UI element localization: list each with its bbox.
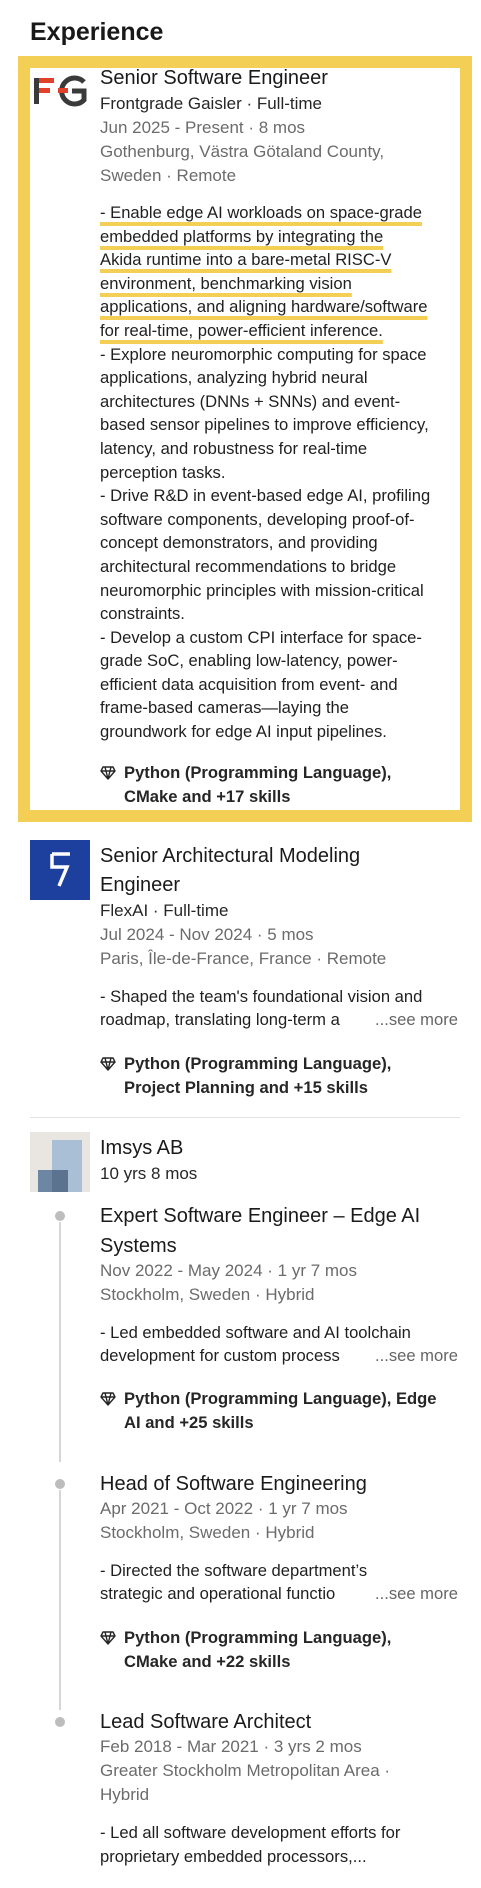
- desc-line: roadmap, translating long-term a: [100, 1010, 340, 1029]
- desc-line: - Directed the software department’s: [100, 1561, 368, 1580]
- skills-summary[interactable]: Python (Programming Language), Project P…: [100, 1052, 460, 1099]
- skills-summary[interactable]: Python (Programming Language), Edge AI a…: [100, 1387, 460, 1434]
- desc-line: architectures (DNNs + SNNs) and event-: [100, 391, 401, 411]
- desc-line: groundwork for edge AI input pipelines.: [100, 722, 387, 742]
- skills-summary[interactable]: Python (Programming Language), CMake and…: [100, 1626, 460, 1673]
- timeline-dot: [55, 1717, 65, 1727]
- job-location: Sweden · Remote: [100, 166, 237, 185]
- desc-line: frame-based cameras—laying the: [100, 698, 350, 718]
- desc-line: concept demonstrators, and providing: [100, 533, 378, 553]
- desc-line: development for custom process: [100, 1346, 340, 1365]
- frontgrade-logo[interactable]: [34, 74, 88, 110]
- desc-line: applications, and aligning hardware/soft…: [100, 297, 428, 317]
- skills-line: Python (Programming Language), Edge: [124, 1389, 437, 1408]
- job-description: - Shaped the team's foundational vision …: [100, 985, 462, 1009]
- desc-truncated-row: strategic and operational functio ...see…: [100, 1582, 462, 1606]
- see-more-link[interactable]: ...see more: [370, 1582, 458, 1606]
- desc-line: - Develop a custom CPI interface for spa…: [100, 627, 422, 647]
- divider: [30, 1117, 460, 1118]
- skills-gem-icon: [100, 1631, 116, 1645]
- desc-line: - Explore neuromorphic computing for spa…: [100, 344, 427, 364]
- desc-line: for real-time, power-efficient inference…: [100, 320, 383, 340]
- desc-line: constraints.: [100, 604, 185, 624]
- job-description: - Enable edge AI workloads on space-grad…: [100, 201, 462, 744]
- job-company: FlexAI · Full-time: [100, 901, 229, 920]
- role-dates: Feb 2018 - Mar 2021 · 3 yrs 2 mos: [100, 1737, 362, 1756]
- desc-line: architectural recommendations to bridge: [100, 556, 397, 576]
- skills-gem-icon: [100, 1392, 116, 1406]
- timeline-line: [59, 1490, 61, 1710]
- desc-line: - Drive R&D in event-based edge AI, prof…: [100, 486, 431, 506]
- desc-line: neuromorphic principles with mission-cri…: [100, 580, 424, 600]
- job-title[interactable]: Senior Software Engineer: [100, 63, 328, 93]
- role-title[interactable]: Head of Software Engineering: [100, 1469, 367, 1499]
- skills-gem-icon: [100, 766, 116, 780]
- job-dates: Jun 2025 - Present · 8 mos: [100, 118, 306, 137]
- skills-line: Project Planning and +15 skills: [124, 1077, 368, 1097]
- role-location: Stockholm, Sweden · Hybrid: [100, 1285, 315, 1304]
- desc-line: Akida runtime into a bare-metal RISC-V: [100, 250, 392, 270]
- job-title[interactable]: Engineer: [100, 870, 180, 900]
- desc-line: latency, and robustness for real-time: [100, 438, 368, 458]
- skills-line: Python (Programming Language),: [124, 1054, 392, 1073]
- role-location: Greater Stockholm Metropolitan Area ·: [100, 1761, 391, 1780]
- timeline-line: [59, 1222, 61, 1462]
- desc-line: perception tasks.: [100, 462, 226, 482]
- section-title: Experience: [30, 18, 164, 46]
- skills-gem-icon: [100, 1057, 116, 1071]
- role-location: Hybrid: [100, 1785, 150, 1804]
- skills-line: CMake and +17 skills: [124, 786, 291, 806]
- role-dates: Apr 2021 - Oct 2022 · 1 yr 7 mos: [100, 1499, 348, 1518]
- desc-line: applications, analyzing hybrid neural: [100, 368, 368, 388]
- desc-line: environment, benchmarking vision: [100, 273, 352, 293]
- flexai-logo[interactable]: [30, 840, 90, 900]
- role-title[interactable]: Systems: [100, 1231, 177, 1261]
- skills-summary[interactable]: Python (Programming Language), CMake and…: [100, 761, 460, 808]
- see-more-link[interactable]: ...see more: [370, 1344, 458, 1368]
- timeline-dot: [55, 1211, 65, 1221]
- skills-line: Python (Programming Language),: [124, 1628, 392, 1647]
- desc-line: software components, developing proof-of…: [100, 509, 415, 529]
- job-dates: Jul 2024 - Nov 2024 · 5 mos: [100, 925, 314, 944]
- role-description: - Led all software development efforts f…: [100, 1821, 462, 1868]
- company-name[interactable]: Imsys AB: [100, 1133, 183, 1163]
- desc-truncated-row: roadmap, translating long-term a ...see …: [100, 1008, 462, 1032]
- skills-line: AI and +25 skills: [124, 1412, 254, 1432]
- role-location: Stockholm, Sweden · Hybrid: [100, 1523, 315, 1542]
- desc-line: based sensor pipelines to improve effici…: [100, 415, 429, 435]
- desc-line: - Enable edge AI workloads on space-grad…: [100, 203, 422, 222]
- desc-line: proprietary embedded processors,...: [100, 1846, 367, 1866]
- desc-line: - Led embedded software and AI toolchain: [100, 1323, 411, 1342]
- company-duration: 10 yrs 8 mos: [100, 1164, 198, 1183]
- job-company: Frontgrade Gaisler · Full-time: [100, 94, 323, 113]
- timeline-dot: [55, 1479, 65, 1489]
- job-location: Paris, Île-de-France, France · Remote: [100, 949, 387, 968]
- imsys-logo[interactable]: [30, 1132, 90, 1192]
- see-more-link[interactable]: ...see more: [370, 1008, 458, 1032]
- desc-line: efficient data acquisition from event- a…: [100, 674, 398, 694]
- desc-line: - Led all software development efforts f…: [100, 1823, 401, 1842]
- desc-line: embedded platforms by integrating the: [100, 226, 384, 246]
- desc-line: grade SoC, enabling low-latency, power-: [100, 651, 398, 671]
- desc-line: strategic and operational functio: [100, 1584, 336, 1603]
- skills-line: Python (Programming Language),: [124, 763, 392, 782]
- role-description: - Led embedded software and AI toolchain: [100, 1321, 462, 1345]
- desc-line: - Shaped the team's foundational vision …: [100, 987, 423, 1006]
- desc-truncated-row: development for custom process ...see mo…: [100, 1344, 462, 1368]
- job-title[interactable]: Senior Architectural Modeling: [100, 841, 360, 871]
- role-description: - Directed the software department’s: [100, 1559, 462, 1583]
- role-title[interactable]: Lead Software Architect: [100, 1707, 311, 1737]
- role-dates: Nov 2022 - May 2024 · 1 yr 7 mos: [100, 1261, 358, 1280]
- job-location: Gothenburg, Västra Götaland County,: [100, 142, 385, 161]
- skills-line: CMake and +22 skills: [124, 1651, 291, 1671]
- role-title[interactable]: Expert Software Engineer – Edge AI: [100, 1201, 420, 1231]
